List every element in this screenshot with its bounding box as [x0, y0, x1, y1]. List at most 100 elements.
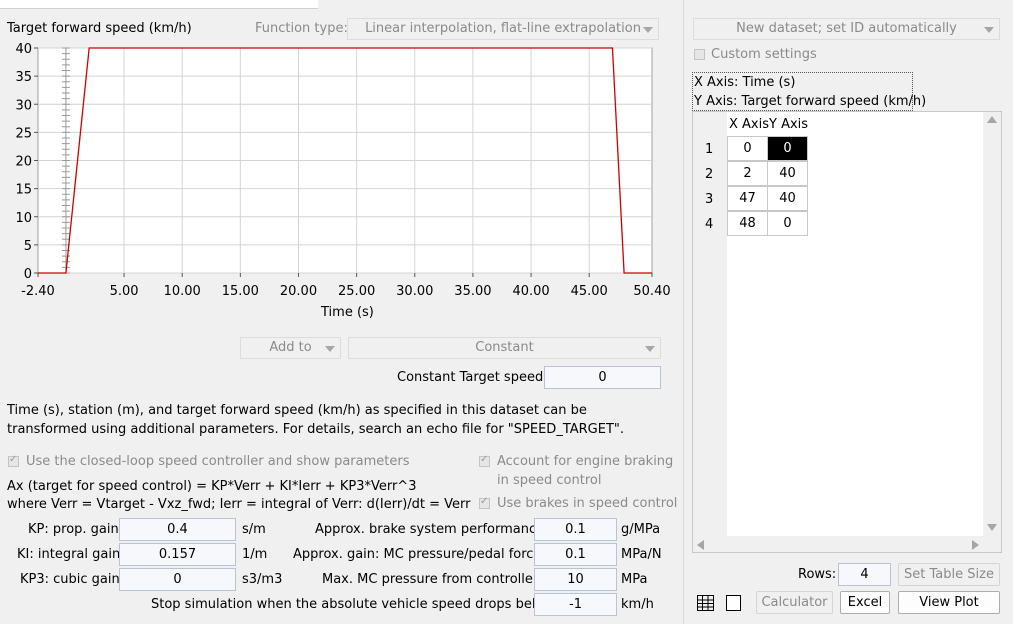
y-tick-label: 30 — [15, 98, 32, 113]
excel-button[interactable]: Excel — [840, 591, 890, 614]
kp3-unit: s3/m3 — [242, 572, 283, 587]
max-mc-pressure-input[interactable]: 10 — [534, 568, 617, 591]
scroll-up-icon[interactable] — [987, 116, 997, 123]
cell-x[interactable]: 48 — [727, 211, 768, 236]
chevron-down-icon — [645, 346, 655, 352]
blank-page-icon[interactable] — [726, 595, 741, 611]
vertical-scrollbar[interactable] — [983, 112, 1000, 536]
horizontal-scrollbar[interactable] — [693, 536, 983, 552]
x-tick-label: 15.00 — [222, 284, 259, 299]
x-tick-label: 35.00 — [454, 284, 491, 299]
x-tick-label: -2.40 — [21, 284, 55, 299]
scroll-left-icon[interactable] — [697, 540, 704, 550]
row-number: 4 — [705, 217, 714, 232]
mode-dropdown[interactable]: Constant — [348, 337, 661, 359]
y-tick-label: 35 — [15, 70, 32, 85]
stop-sim-input[interactable]: -1 — [534, 593, 617, 616]
set-table-size-button[interactable]: Set Table Size — [898, 563, 1000, 586]
x-axis-info: X Axis: Time (s) — [694, 75, 796, 90]
y-tick-label: 10 — [15, 211, 32, 226]
brake-performance-input[interactable]: 0.1 — [534, 518, 617, 541]
mc-gain-input[interactable]: 0.1 — [534, 543, 617, 566]
col-header-x: X Axis — [729, 117, 770, 132]
calculator-label: Calculator — [761, 595, 828, 610]
x-tick-label: 25.00 — [338, 284, 375, 299]
brake-performance-unit: g/MPa — [621, 522, 661, 537]
custom-settings-checkbox[interactable] — [694, 49, 705, 60]
cell-x[interactable]: 0 — [727, 136, 768, 161]
y-tick-label: 20 — [15, 155, 32, 170]
dataset-value: New dataset; set ID automatically — [736, 21, 957, 36]
excel-label: Excel — [847, 595, 883, 610]
rows-label: Rows: — [798, 567, 837, 582]
mc-gain-unit: MPa/N — [621, 547, 662, 562]
x-tick-label: 10.00 — [164, 284, 201, 299]
x-tick-label: 30.00 — [396, 284, 433, 299]
y-tick-label: 40 — [15, 42, 32, 57]
description-line-2: transformed using additional parameters.… — [7, 422, 625, 437]
max-mc-pressure-unit: MPa — [621, 572, 648, 587]
x-tick-label: 40.00 — [512, 284, 549, 299]
stop-sim-unit: km/h — [621, 597, 654, 612]
add-to-value: Add to — [269, 340, 312, 355]
kp3-label: KP3: cubic gain: — [20, 572, 125, 587]
panel-divider — [683, 0, 684, 624]
kp-input[interactable]: 0.4 — [119, 518, 236, 541]
ki-input[interactable]: 0.157 — [119, 543, 236, 566]
x-tick-label: 50.40 — [633, 284, 670, 299]
brake-performance-label: Approx. brake system performance: — [315, 522, 549, 537]
view-plot-button[interactable]: View Plot — [898, 591, 1000, 614]
col-header-y: Y Axis — [769, 117, 809, 132]
rows-input[interactable]: 4 — [838, 563, 891, 586]
table-view-icon[interactable] — [697, 595, 714, 611]
cell-x[interactable]: 47 — [727, 186, 768, 211]
mc-gain-label: Approx. gain: MC pressure/pedal force: — [293, 547, 546, 562]
grid-icon — [697, 595, 714, 611]
scroll-down-icon[interactable] — [987, 524, 997, 531]
kp-unit: s/m — [242, 522, 266, 537]
chevron-down-icon — [984, 27, 994, 33]
row-number: 1 — [705, 142, 714, 157]
x-tick-label: 5.00 — [110, 284, 139, 299]
cell-y[interactable]: 0 — [767, 211, 808, 236]
y-tick-label: 0 — [24, 267, 32, 282]
closed-loop-label: Use the closed-loop speed controller and… — [26, 454, 410, 469]
y-tick-label: 15 — [15, 183, 32, 198]
constant-target-label: Constant Target speed: — [397, 370, 548, 385]
view-plot-label: View Plot — [919, 595, 979, 610]
y-axis-info: Y Axis: Target forward speed (km/h) — [694, 94, 927, 109]
kp3-input[interactable]: 0 — [119, 568, 236, 591]
use-brakes-label: Use brakes in speed control — [497, 496, 678, 511]
max-mc-pressure-label: Max. MC pressure from controller: — [322, 572, 543, 587]
mode-value: Constant — [475, 340, 534, 355]
ki-unit: 1/m — [242, 547, 268, 562]
cell-y[interactable]: 40 — [767, 161, 808, 186]
dataset-dropdown[interactable]: New dataset; set ID automatically — [693, 18, 1000, 40]
y-tick-label: 25 — [15, 126, 32, 141]
closed-loop-checkbox[interactable] — [8, 454, 19, 467]
custom-settings-label: Custom settings — [711, 47, 817, 62]
cell-y-selected[interactable]: 0 — [767, 136, 808, 161]
cell-x[interactable]: 2 — [727, 161, 768, 186]
use-brakes-checkbox[interactable] — [479, 496, 490, 509]
speed-chart: 0 5 10 15 20 25 30 35 40 -2.40 5.00 10.00 15.00 20.00… — [15, 42, 670, 299]
constant-target-input[interactable]: 0 — [544, 366, 661, 389]
kp-label: KP: prop. gain: — [28, 522, 124, 537]
scroll-right-icon[interactable] — [972, 540, 979, 550]
formula-line-1: Ax (target for speed control) = KP*Verr … — [7, 479, 417, 494]
cell-y[interactable]: 40 — [767, 186, 808, 211]
engine-braking-checkbox[interactable] — [479, 454, 490, 467]
chevron-down-icon — [325, 346, 335, 352]
formula-line-2: where Verr = Vtarget - Vxz_fwd; Ierr = i… — [7, 497, 471, 512]
ki-label: KI: integral gain: — [17, 547, 125, 562]
x-tick-label: 20.00 — [280, 284, 317, 299]
add-to-dropdown[interactable]: Add to — [240, 337, 341, 359]
row-number: 3 — [705, 192, 714, 207]
calculator-button[interactable]: Calculator — [756, 591, 833, 614]
description-line-1: Time (s), station (m), and target forwar… — [7, 403, 587, 418]
engine-braking-label-2: in speed control — [497, 473, 602, 488]
set-table-size-label: Set Table Size — [904, 567, 994, 582]
y-tick-label: 5 — [24, 239, 32, 254]
x-tick-label: 45.00 — [571, 284, 608, 299]
x-axis-label: Time (s) — [321, 305, 374, 320]
